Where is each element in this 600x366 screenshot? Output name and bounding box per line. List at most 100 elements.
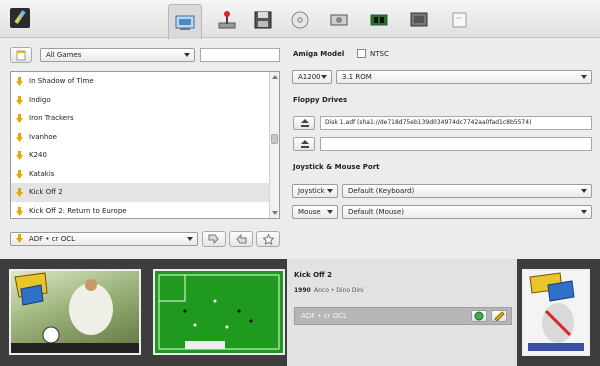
amiga-model-heading: Amiga Model bbox=[293, 50, 345, 58]
game-list-item-label: Indigo bbox=[29, 95, 51, 104]
game-info-bar: Kick Off 2 1990 Anco • Dino Dini ADF • c… bbox=[0, 259, 600, 366]
tab-cdrom[interactable] bbox=[283, 4, 317, 36]
game-year: 1990 bbox=[294, 287, 311, 294]
tab-advanced[interactable] bbox=[442, 4, 476, 36]
app-logo-icon[interactable] bbox=[10, 8, 30, 28]
floppy-drives-heading: Floppy Drives bbox=[293, 96, 348, 104]
game-list: In Shadow of Time Indigo Iron Trackers Ivan… bbox=[10, 71, 280, 219]
title-screen-art bbox=[11, 272, 139, 353]
game-list-item[interactable]: Indigo bbox=[11, 91, 279, 110]
game-list-item-label: Katakis bbox=[29, 169, 55, 178]
port2-type-select[interactable]: Mouse bbox=[292, 205, 338, 219]
tab-display[interactable] bbox=[402, 4, 436, 36]
game-title: Kick Off 2 bbox=[294, 271, 332, 279]
rom-select[interactable]: 3.1 ROM bbox=[336, 70, 592, 84]
pitch-art bbox=[158, 274, 280, 350]
tab-floppy[interactable] bbox=[246, 4, 280, 36]
globe-icon bbox=[474, 311, 484, 321]
download-arrow-icon bbox=[16, 132, 23, 142]
game-list-item[interactable]: In Shadow of Time bbox=[11, 72, 279, 91]
download-arrow-icon bbox=[16, 114, 23, 123]
game-list-item-label: Ivanhoe bbox=[29, 132, 57, 141]
game-filter-value: All Games bbox=[46, 51, 82, 59]
chip-icon bbox=[370, 14, 388, 26]
port1-device-select[interactable]: Default (Keyboard) bbox=[342, 184, 592, 198]
note-icon bbox=[452, 12, 467, 28]
disk1-value: Disk 1.adf (sha1://de718d75eb139d034974d… bbox=[325, 119, 532, 126]
rate-like-button[interactable] bbox=[229, 231, 253, 247]
port1-type-value: Joystick bbox=[298, 187, 325, 195]
title-screen-image[interactable] bbox=[9, 269, 141, 355]
game-list-item[interactable]: Kick Off 2: Return to Europe bbox=[11, 202, 279, 219]
ntsc-label: NTSC bbox=[370, 50, 389, 58]
selected-variant-label: ADF • cr OCL bbox=[301, 312, 348, 320]
disk1-field[interactable]: Disk 1.adf (sha1://de718d75eb139d034974d… bbox=[320, 116, 592, 130]
download-arrow-icon bbox=[16, 234, 23, 243]
game-list-item-label: Kick Off 2 bbox=[29, 188, 63, 196]
chevron-down-icon bbox=[187, 237, 193, 241]
thumbs-up-icon bbox=[236, 234, 247, 244]
model-select[interactable]: A1200 bbox=[292, 70, 332, 84]
eject-disk1-button[interactable] bbox=[293, 116, 315, 130]
gameplay-screenshot[interactable] bbox=[153, 269, 285, 355]
rate-dislike-button[interactable] bbox=[202, 231, 226, 247]
amiga-icon bbox=[175, 15, 195, 30]
eject-disk2-button[interactable] bbox=[293, 137, 315, 151]
tab-amiga[interactable] bbox=[168, 4, 202, 39]
selected-variant-bar[interactable]: ADF • cr OCL bbox=[294, 307, 512, 325]
game-list-item-label: Iron Trackers bbox=[29, 114, 74, 122]
download-arrow-icon bbox=[16, 169, 23, 179]
game-list-item[interactable]: Ivanhoe bbox=[11, 128, 279, 147]
port2-device-select[interactable]: Default (Mouse) bbox=[342, 205, 592, 219]
favorite-button[interactable] bbox=[256, 231, 280, 247]
port1-device-value: Default (Keyboard) bbox=[348, 187, 415, 195]
box-art bbox=[524, 271, 588, 354]
chevron-down-icon bbox=[184, 53, 190, 57]
game-filter-select[interactable]: All Games bbox=[40, 48, 195, 62]
chevron-down-icon bbox=[327, 189, 333, 193]
harddrive-icon bbox=[330, 14, 348, 26]
cdrom-icon bbox=[291, 11, 309, 29]
tab-joystick[interactable] bbox=[210, 4, 244, 36]
rom-value: 3.1 ROM bbox=[342, 73, 372, 81]
game-list-item[interactable]: Katakis bbox=[11, 165, 279, 184]
game-list-item-label: In Shadow of Time bbox=[29, 77, 94, 85]
new-config-button[interactable] bbox=[10, 47, 32, 63]
toolbar bbox=[0, 0, 600, 39]
scroll-up-icon[interactable] bbox=[272, 75, 278, 79]
chevron-down-icon bbox=[327, 210, 333, 214]
joystick-icon bbox=[218, 11, 236, 29]
game-list-scrollbar[interactable] bbox=[269, 72, 279, 218]
chevron-down-icon bbox=[581, 75, 587, 79]
model-value: A1200 bbox=[298, 73, 321, 81]
star-icon bbox=[262, 233, 274, 245]
download-arrow-icon bbox=[16, 188, 23, 197]
port1-type-select[interactable]: Joystick bbox=[292, 184, 338, 198]
scroll-down-icon[interactable] bbox=[272, 211, 278, 215]
scroll-thumb[interactable] bbox=[271, 134, 278, 144]
floppy-icon bbox=[254, 11, 272, 29]
port2-device-value: Default (Mouse) bbox=[348, 208, 404, 216]
game-list-item[interactable]: K240 bbox=[11, 146, 279, 165]
disk2-field[interactable] bbox=[320, 137, 592, 151]
search-input[interactable] bbox=[200, 48, 280, 62]
joystick-mouse-heading: Joystick & Mouse Port bbox=[293, 163, 380, 171]
tab-hardware[interactable] bbox=[362, 4, 396, 36]
game-list-item-label: Kick Off 2: Return to Europe bbox=[29, 206, 127, 215]
variant-select[interactable]: ADF • cr OCL bbox=[10, 232, 198, 246]
chevron-down-icon bbox=[581, 189, 587, 193]
pencil-icon bbox=[494, 311, 505, 322]
download-arrow-icon bbox=[16, 95, 23, 105]
ntsc-checkbox[interactable] bbox=[357, 49, 366, 58]
online-button[interactable] bbox=[471, 310, 487, 322]
chevron-down-icon bbox=[321, 75, 327, 79]
game-publisher: Anco • Dino Dini bbox=[314, 287, 364, 294]
box-art-image[interactable] bbox=[522, 269, 590, 356]
chevron-down-icon bbox=[581, 210, 587, 214]
download-arrow-icon bbox=[16, 151, 23, 160]
edit-button[interactable] bbox=[491, 310, 507, 322]
tab-harddrive[interactable] bbox=[322, 4, 356, 36]
game-list-item[interactable]: Kick Off 2 bbox=[11, 183, 279, 202]
port2-type-value: Mouse bbox=[298, 208, 321, 216]
game-list-item[interactable]: Iron Trackers bbox=[11, 109, 279, 128]
